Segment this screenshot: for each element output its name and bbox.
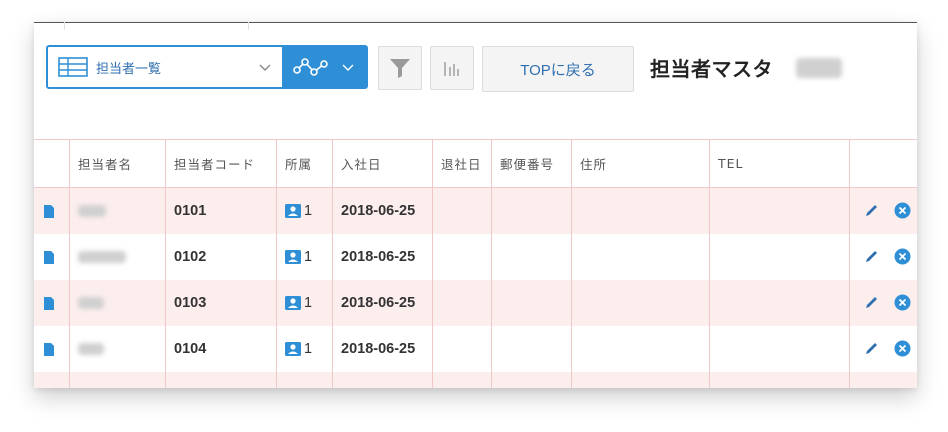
column-divider [69,139,70,388]
header-cell[interactable]: 住所 [572,140,607,187]
column-divider [571,139,572,388]
hire-date-cell: 2018-06-25 [341,295,416,311]
table-grid-icon [58,57,88,77]
chart-view-button[interactable] [282,47,366,87]
data-table: 担当者名 担当者コード 所属 入社日 退社日 郵便番号 住所 TEL 0101 … [34,139,917,388]
header-cell[interactable]: 郵便番号 [492,140,554,187]
code-cell: 0102 [174,249,207,265]
person-badge-icon [285,250,301,264]
hire-date-cell: 2018-06-25 [341,249,416,265]
column-divider [491,139,492,388]
back-to-top-button[interactable]: TOPに戻る [482,46,634,92]
chevron-down-icon [259,64,271,71]
record-cell[interactable] [34,234,54,280]
header-cell[interactable]: TEL [710,140,744,187]
close-circle-icon[interactable] [894,340,911,357]
app-card: 担当者一覧 TOPに戻る 担当者マスタ 担当者名 担当者コード 所属 入社日 退… [34,22,917,388]
view-dropdown[interactable]: 担当者一覧 [48,47,282,87]
table-header: 担当者名 担当者コード 所属 入社日 退社日 郵便番号 住所 TEL [34,139,917,188]
redacted-name [78,251,126,263]
top-border [34,22,917,23]
table-row[interactable]: 0102 1 2018-06-25 [34,234,917,280]
column-divider [165,139,166,388]
hire-date-cell: 2018-06-25 [341,203,416,219]
dept-cell: 1 [277,326,312,372]
code-cell: 0103 [174,295,207,311]
filter-button[interactable] [378,46,422,90]
column-divider [432,139,433,388]
document-icon [44,296,54,310]
record-cell[interactable] [34,326,54,372]
funnel-icon [390,59,410,78]
document-icon [44,204,54,218]
pencil-icon[interactable] [864,203,879,218]
dept-cell: 1 [277,188,312,234]
pencil-icon[interactable] [864,295,879,310]
line-chart-icon [293,58,328,76]
table-row[interactable]: 0104 1 2018-06-25 [34,326,917,372]
record-cell[interactable] [34,280,54,326]
header-cell[interactable]: 所属 [277,140,312,187]
pencil-icon[interactable] [864,341,879,356]
dept-value: 1 [304,341,313,357]
person-badge-icon [285,296,301,310]
column-divider [709,139,710,388]
document-icon [44,250,54,264]
hire-date-cell: 2018-06-25 [341,341,416,357]
header-cell[interactable]: 担当者コード [166,140,255,187]
tab-divider [248,22,249,30]
redacted-name [78,343,104,355]
record-cell[interactable] [34,188,54,234]
code-cell: 0101 [174,203,207,219]
redacted-name [796,58,842,78]
person-badge-icon [285,204,301,218]
dept-value: 1 [304,295,313,311]
close-circle-icon[interactable] [894,202,911,219]
column-divider [276,139,277,388]
view-label: 担当者一覧 [96,61,162,77]
chevron-down-icon [342,64,354,71]
table-row[interactable] [34,372,917,388]
dept-cell: 1 [277,280,312,326]
chart-button[interactable] [430,46,474,90]
header-cell[interactable]: 退社日 [433,140,482,187]
column-divider [332,139,333,388]
column-divider [849,139,850,388]
dept-value: 1 [304,203,313,219]
view-selector[interactable]: 担当者一覧 [46,45,368,89]
pencil-icon[interactable] [864,249,879,264]
page-title: 担当者マスタ [650,57,773,81]
document-icon [44,342,54,356]
dept-value: 1 [304,249,313,265]
person-badge-icon [285,342,301,356]
header-cell[interactable]: 入社日 [333,140,382,187]
redacted-name [78,205,106,217]
table-row[interactable]: 0101 1 2018-06-25 [34,188,917,234]
header-cell[interactable]: 担当者名 [70,140,132,187]
table-row[interactable]: 0103 1 2018-06-25 [34,280,917,326]
close-circle-icon[interactable] [894,294,911,311]
bar-chart-icon [444,62,459,76]
redacted-name [78,297,104,309]
dept-cell: 1 [277,234,312,280]
close-circle-icon[interactable] [894,248,911,265]
code-cell: 0104 [174,341,207,357]
tab-divider [64,22,65,30]
